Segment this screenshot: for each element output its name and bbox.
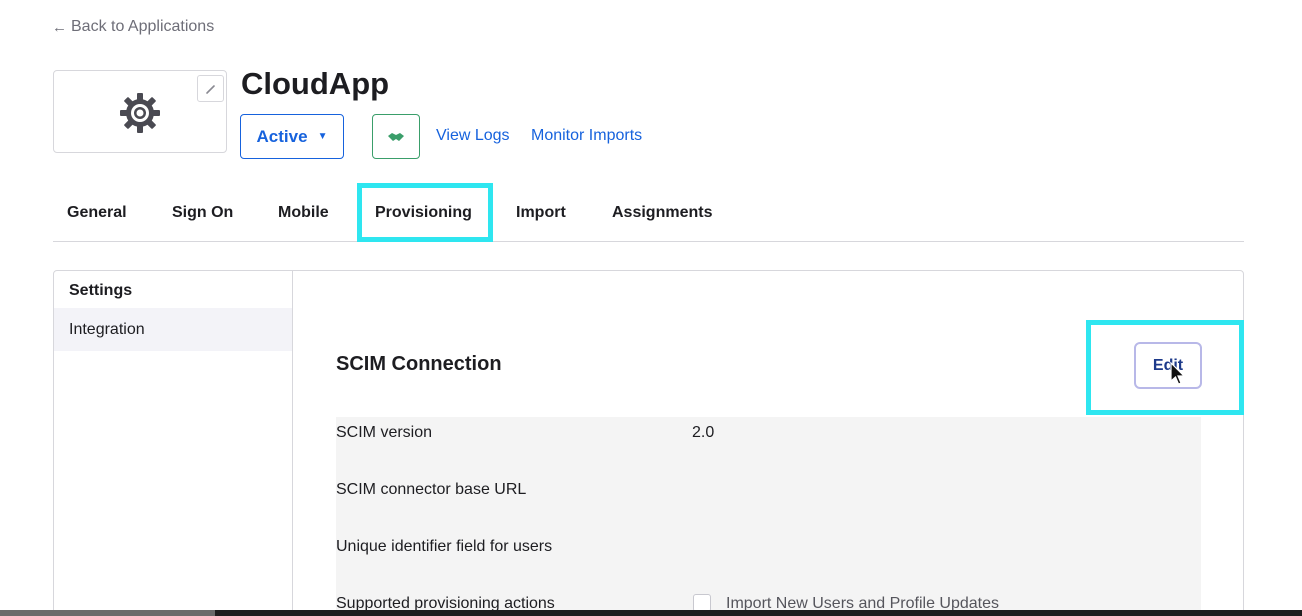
app-tabs: General Sign On Mobile Provisioning Impo… [53, 190, 1244, 242]
field-label: SCIM version [336, 424, 433, 441]
view-logs-link[interactable]: View Logs [436, 127, 510, 145]
field-value: 2.0 [692, 424, 715, 441]
scim-fields: SCIM version 2.0 SCIM connector base URL… [336, 417, 1201, 616]
tab-provisioning[interactable]: Provisioning [375, 204, 472, 222]
caret-down-icon: ▼ [317, 131, 328, 142]
field-row-base-url: SCIM connector base URL [336, 474, 1201, 531]
field-label: SCIM connector base URL [336, 481, 527, 498]
field-label: Unique identifier field for users [336, 538, 553, 555]
sidebar-heading: Settings [69, 282, 133, 299]
edit-logo-button[interactable] [197, 75, 224, 102]
tab-sign-on[interactable]: Sign On [172, 204, 233, 222]
window-bottom-bar [0, 610, 1302, 616]
section-title: SCIM Connection [336, 353, 502, 375]
handshake-icon [388, 132, 404, 141]
tab-import[interactable]: Import [516, 204, 566, 222]
app-status-dropdown[interactable]: Active ▼ [240, 114, 344, 159]
edit-button[interactable]: Edit [1134, 342, 1202, 389]
tab-general[interactable]: General [67, 204, 127, 222]
tab-mobile[interactable]: Mobile [278, 204, 329, 222]
status-label: Active [256, 126, 308, 146]
handshake-button[interactable] [372, 114, 420, 159]
page-title: CloudApp [241, 66, 390, 101]
settings-sidebar: Settings Integration [54, 271, 293, 616]
back-link-label: Back to Applications [71, 18, 215, 35]
scrollbar-thumb[interactable] [0, 610, 215, 616]
app-settings-page: ← Back to Applications CloudApp Active ▼… [0, 0, 1302, 616]
tab-assignments[interactable]: Assignments [612, 204, 712, 222]
monitor-imports-link[interactable]: Monitor Imports [531, 127, 642, 145]
pencil-icon [205, 84, 215, 94]
back-to-applications-link[interactable]: ← Back to Applications [52, 18, 214, 36]
field-row-unique-identifier: Unique identifier field for users [336, 531, 1201, 588]
field-row-scim-version: SCIM version 2.0 [336, 417, 1201, 474]
gear-icon [120, 93, 160, 133]
sidebar-item-integration[interactable]: Integration [54, 308, 292, 351]
arrow-left-icon: ← [52, 18, 67, 36]
